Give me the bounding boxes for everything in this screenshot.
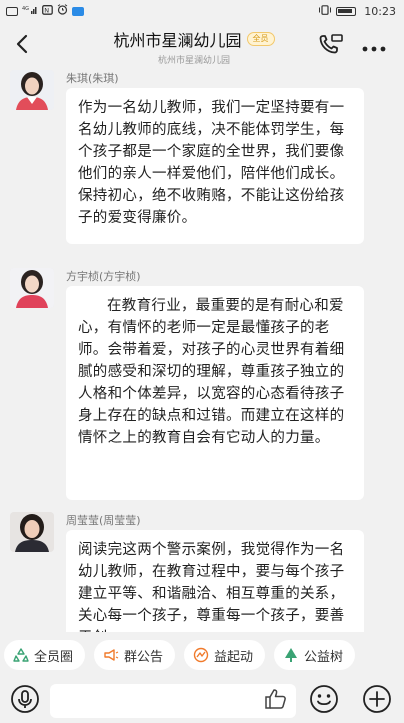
avatar[interactable]	[10, 70, 54, 110]
nfc-icon: N	[42, 4, 53, 18]
quick-action-all-members-circle[interactable]: 全员圈	[4, 640, 86, 670]
chat-header: 杭州市星澜幼儿园 全员 杭州市星澜幼儿园	[0, 22, 404, 70]
alarm-icon	[57, 4, 68, 18]
message-bubble[interactable]: 作为一名幼儿教师，我们一定坚持要有一名幼儿教师的底线，决不能体罚学生，每个孩子都…	[66, 88, 364, 244]
recycle-icon	[13, 647, 29, 663]
avatar[interactable]	[10, 268, 54, 308]
message-bubble[interactable]: 在教育行业，最重要的是有耐心和爱心，有情怀的老师一定是最懂孩子的老师。会带着爱，…	[66, 286, 364, 500]
quick-actions-bar[interactable]: 全员圈 群公告 益起动 公益树	[0, 638, 404, 672]
message-list[interactable]: 朱琪(朱琪) 作为一名幼儿教师，我们一定坚持要有一名幼儿教师的底线，决不能体罚学…	[0, 70, 404, 632]
message-item: 朱琪(朱琪) 作为一名幼儿教师，我们一定坚持要有一名幼儿教师的底线，决不能体罚学…	[0, 70, 404, 250]
quick-action-label: 全员圈	[34, 649, 74, 665]
plus-icon	[362, 684, 392, 718]
plus-button[interactable]	[352, 678, 402, 723]
message-item: 方宇桢(方宇桢) 在教育行业，最重要的是有耐心和爱心，有情怀的老师一定是最懂孩子…	[0, 268, 404, 508]
phone-call-icon	[318, 33, 344, 59]
message-item: 周莹莹(周莹莹) 阅读完这两个警示案例，我觉得作为一名幼儿教师，在教育过程中，要…	[0, 512, 404, 632]
emoji-button[interactable]	[296, 678, 352, 723]
quick-action-charity-tree[interactable]: 公益树	[274, 640, 356, 670]
megaphone-icon	[103, 647, 119, 663]
voice-icon	[10, 684, 40, 718]
sender-name: 朱琪(朱琪)	[66, 72, 119, 85]
message-input-box[interactable]	[50, 683, 296, 718]
quick-action-label: 益起动	[214, 649, 254, 665]
thumbs-up-icon[interactable]	[264, 688, 288, 714]
battery-icon	[336, 6, 357, 16]
sender-name: 周莹莹(周莹莹)	[66, 514, 141, 527]
hd-icon	[6, 6, 18, 16]
call-button[interactable]	[318, 33, 344, 59]
network-text: 4G	[22, 6, 29, 12]
svg-text:N: N	[44, 6, 49, 14]
back-button[interactable]	[0, 22, 44, 70]
vibrate-icon	[318, 4, 332, 18]
group-badge: 全员	[246, 31, 275, 46]
app-icon	[72, 6, 84, 16]
voice-button[interactable]	[0, 678, 50, 723]
status-right: 10:23	[318, 5, 396, 18]
message-bubble[interactable]: 阅读完这两个警示案例，我觉得作为一名幼儿教师，在教育过程中，要与每个孩子建立平等…	[66, 530, 364, 632]
quick-action-label: 群公告	[124, 649, 164, 665]
title-row: 杭州市星澜幼儿园 全员	[113, 27, 275, 51]
avatar[interactable]	[10, 512, 54, 552]
page-title: 杭州市星澜幼儿园	[113, 30, 242, 50]
sender-name: 方宇桢(方宇桢)	[66, 270, 141, 283]
status-time: 10:23	[364, 4, 396, 18]
more-icon	[362, 37, 386, 56]
quick-action-group-notice[interactable]: 群公告	[94, 640, 176, 670]
tree-icon	[283, 647, 299, 663]
page-subtitle: 杭州市星澜幼儿园	[157, 55, 230, 66]
status-left: 4G N	[6, 4, 84, 18]
back-icon	[15, 34, 29, 58]
quick-action-charity-start[interactable]: 益起动	[184, 640, 266, 670]
activity-icon	[193, 647, 209, 663]
input-bar	[0, 678, 404, 723]
title-area[interactable]: 杭州市星澜幼儿园 全员 杭州市星澜幼儿园	[44, 27, 318, 66]
signal-icon: 4G	[22, 5, 38, 18]
header-actions	[318, 33, 404, 59]
quick-action-label: 公益树	[304, 649, 344, 665]
status-bar: 4G N 10:23	[0, 0, 404, 22]
more-button[interactable]	[362, 37, 386, 56]
message-input[interactable]	[58, 689, 258, 712]
chat-screen: 4G N 10:23 杭州市星澜幼儿园 全员 杭州市星澜幼儿园 朱琪(朱琪) 作…	[0, 0, 404, 723]
emoji-icon	[309, 684, 339, 718]
